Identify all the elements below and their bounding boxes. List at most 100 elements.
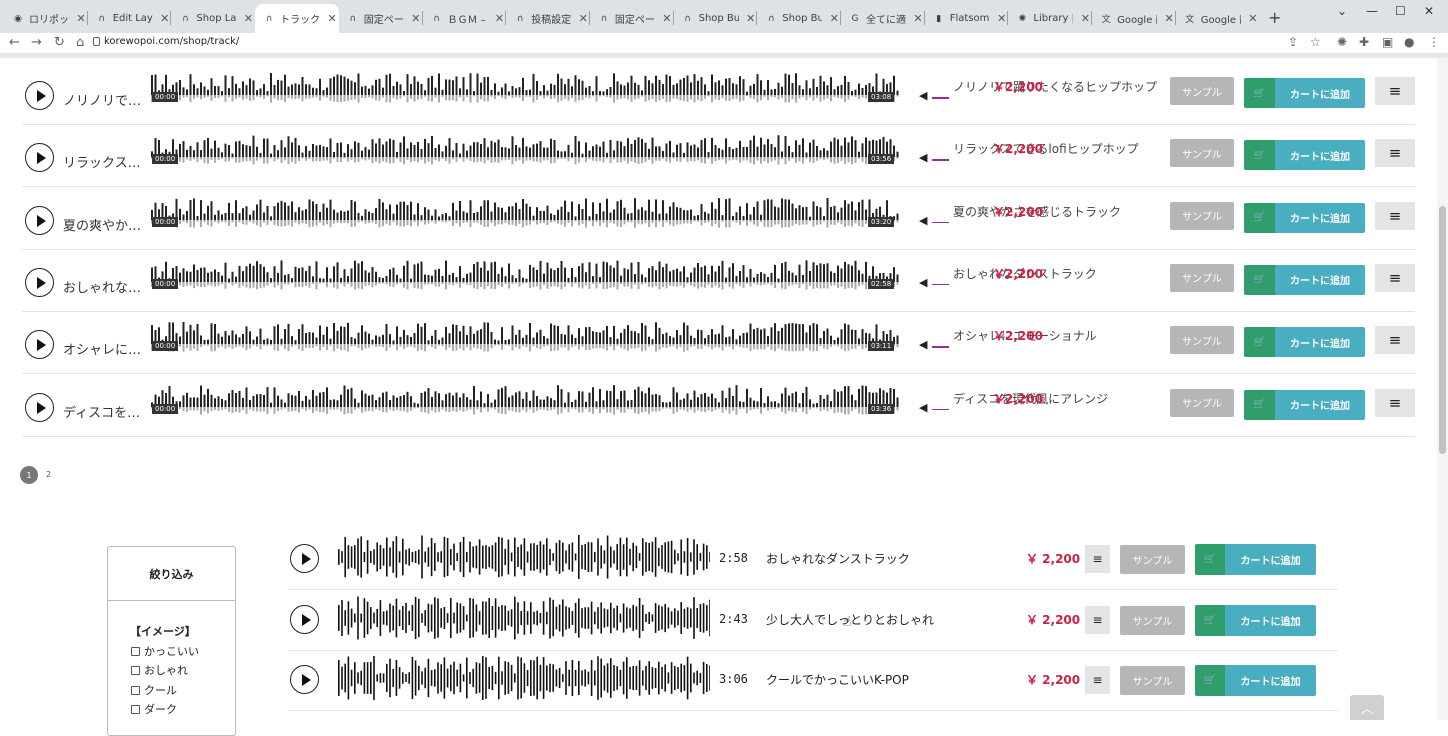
volume-icon[interactable]: ◀ xyxy=(919,401,927,414)
checkbox[interactable] xyxy=(131,646,140,656)
sample-button[interactable]: サンプル xyxy=(1120,666,1185,695)
volume-icon[interactable]: ◀ xyxy=(919,151,927,164)
browser-tab[interactable]: ✺ Library | Lo ✕ xyxy=(1008,4,1092,33)
scroll-to-top-button[interactable]: ︿ xyxy=(1350,695,1384,720)
add-to-cart-button[interactable]: 🛒 カートに追加 xyxy=(1244,389,1365,420)
close-window-button[interactable]: ✕ xyxy=(1424,4,1434,18)
volume-slider[interactable] xyxy=(932,221,949,224)
browser-tab[interactable]: ∩ トラック – こ ✕ xyxy=(255,4,340,33)
maximize-button[interactable]: ☐ xyxy=(1395,4,1406,18)
profile-avatar[interactable]: ● xyxy=(1404,35,1414,49)
browser-menu-icon[interactable]: ⋮ xyxy=(1428,35,1440,49)
bookmark-star-icon[interactable]: ☆ xyxy=(1310,35,1321,49)
menu-icon[interactable]: ≡ xyxy=(1085,605,1110,634)
menu-icon[interactable]: ≡ xyxy=(1375,201,1415,230)
add-to-cart-button[interactable]: 🛒 カートに追加 xyxy=(1244,327,1365,358)
play-button[interactable] xyxy=(25,267,54,297)
filter-option-cool[interactable]: かっこいい xyxy=(131,643,199,659)
menu-icon[interactable]: ≡ xyxy=(1085,666,1110,694)
menu-icon[interactable]: ≡ xyxy=(1085,545,1110,573)
checkbox[interactable] xyxy=(131,704,140,714)
sample-button[interactable]: サンプル xyxy=(1120,545,1185,574)
filter-option-stylish[interactable]: おしゃれ xyxy=(131,662,188,678)
sample-button[interactable]: サンプル xyxy=(1170,263,1234,292)
reload-icon[interactable]: ↻ xyxy=(54,35,65,50)
waveform[interactable] xyxy=(338,595,710,641)
play-button[interactable] xyxy=(25,392,54,422)
volume-slider[interactable] xyxy=(932,97,949,99)
sample-button[interactable]: サンプル xyxy=(1120,605,1185,635)
menu-icon[interactable]: ≡ xyxy=(1375,263,1415,292)
menu-icon[interactable]: ≡ xyxy=(1375,388,1415,417)
close-tab-icon[interactable]: ✕ xyxy=(1246,12,1260,25)
chevron-down-icon[interactable]: ⌄ xyxy=(1337,4,1347,18)
sample-button[interactable]: サンプル xyxy=(1170,139,1234,168)
menu-icon[interactable]: ≡ xyxy=(1375,139,1415,168)
checkbox[interactable] xyxy=(131,665,140,675)
browser-tab[interactable]: ∩ 固定ページ ✕ xyxy=(339,4,423,33)
home-icon[interactable]: ⌂ xyxy=(76,35,84,50)
filter-option-dark[interactable]: ダーク xyxy=(131,701,177,717)
sample-button[interactable]: サンプル xyxy=(1170,388,1234,417)
vertical-scrollbar[interactable] xyxy=(1437,58,1448,720)
browser-tab[interactable]: ∩ 投稿設定 ✕ xyxy=(506,4,590,33)
volume-slider[interactable] xyxy=(932,408,949,410)
add-to-cart-button[interactable]: 🛒 カートに追加 xyxy=(1244,202,1365,233)
browser-tab[interactable]: 文 Google 翻 ✕ xyxy=(1176,4,1260,33)
browser-tab[interactable]: ∩ Shop Build ✕ xyxy=(757,4,841,33)
waveform[interactable] xyxy=(338,534,710,580)
add-to-cart-button[interactable]: 🛒 カートに追加 xyxy=(1244,140,1365,171)
browser-tab[interactable]: ∩ 固定ページ ✕ xyxy=(590,4,674,33)
waveform[interactable] xyxy=(151,384,899,425)
waveform[interactable] xyxy=(151,322,899,362)
add-to-cart-button[interactable]: 🛒 カートに追加 xyxy=(1195,544,1316,575)
volume-slider[interactable] xyxy=(932,346,949,348)
volume-icon[interactable]: ◀ xyxy=(919,214,927,227)
back-icon[interactable]: ← xyxy=(9,35,20,50)
add-to-cart-button[interactable]: 🛒 カートに追加 xyxy=(1244,78,1365,108)
volume-icon[interactable]: ◀ xyxy=(919,338,927,351)
puzzle-icon[interactable]: ✚ xyxy=(1359,35,1369,49)
filter-option-cool2[interactable]: クール xyxy=(131,682,177,698)
forward-icon[interactable]: → xyxy=(31,35,42,50)
volume-icon[interactable]: ◀ xyxy=(919,89,927,102)
add-to-cart-button[interactable]: 🛒 カートに追加 xyxy=(1195,665,1316,696)
close-tab-icon[interactable]: ✕ xyxy=(325,12,339,25)
play-button[interactable] xyxy=(25,205,54,235)
new-tab-button[interactable]: + xyxy=(1268,8,1281,27)
add-to-cart-button[interactable]: 🛒 カートに追加 xyxy=(1244,264,1365,295)
sample-button[interactable]: サンプル xyxy=(1170,326,1234,355)
checkbox[interactable] xyxy=(131,685,140,695)
volume-slider[interactable] xyxy=(932,283,949,286)
browser-tab[interactable]: ▮ Flatsome ✕ xyxy=(925,4,1009,33)
play-button[interactable] xyxy=(290,544,319,573)
menu-icon[interactable]: ≡ xyxy=(1375,77,1415,105)
play-button[interactable] xyxy=(290,604,319,634)
page-2-link[interactable]: 2 xyxy=(46,470,51,479)
address-bar[interactable]: korewopoi.com/shop/track/ xyxy=(104,36,239,47)
browser-tab[interactable]: ∩ Edit Layout ✕ xyxy=(88,4,172,33)
waveform[interactable] xyxy=(151,73,899,113)
page-1-button[interactable]: 1 xyxy=(20,466,38,484)
play-button[interactable] xyxy=(290,665,319,694)
close-tab-icon[interactable]: ✕ xyxy=(241,12,255,25)
scrollbar-thumb[interactable] xyxy=(1439,206,1446,454)
volume-slider[interactable] xyxy=(932,159,949,161)
play-button[interactable] xyxy=(25,143,54,173)
sample-button[interactable]: サンプル xyxy=(1170,201,1234,230)
waveform[interactable] xyxy=(151,260,899,300)
browser-tab[interactable]: ∩ Shop Build ✕ xyxy=(674,4,758,33)
extension-icon[interactable]: ✺ xyxy=(1337,35,1347,49)
browser-tab[interactable]: 文 Google 翻 ✕ xyxy=(1092,4,1176,33)
play-button[interactable] xyxy=(25,81,54,110)
share-icon[interactable]: ⇪ xyxy=(1288,35,1298,49)
play-button[interactable] xyxy=(25,330,54,360)
sample-button[interactable]: サンプル xyxy=(1170,77,1234,105)
browser-tab[interactable]: ∩ Shop Layout ✕ xyxy=(171,4,255,33)
waveform[interactable] xyxy=(151,135,899,175)
browser-tab[interactable]: ◉ ロリポップ！ ✕ xyxy=(4,4,88,33)
menu-icon[interactable]: ≡ xyxy=(1375,326,1415,355)
waveform[interactable] xyxy=(338,655,710,701)
minimize-button[interactable]: — xyxy=(1366,4,1378,18)
volume-icon[interactable]: ◀ xyxy=(919,276,927,289)
